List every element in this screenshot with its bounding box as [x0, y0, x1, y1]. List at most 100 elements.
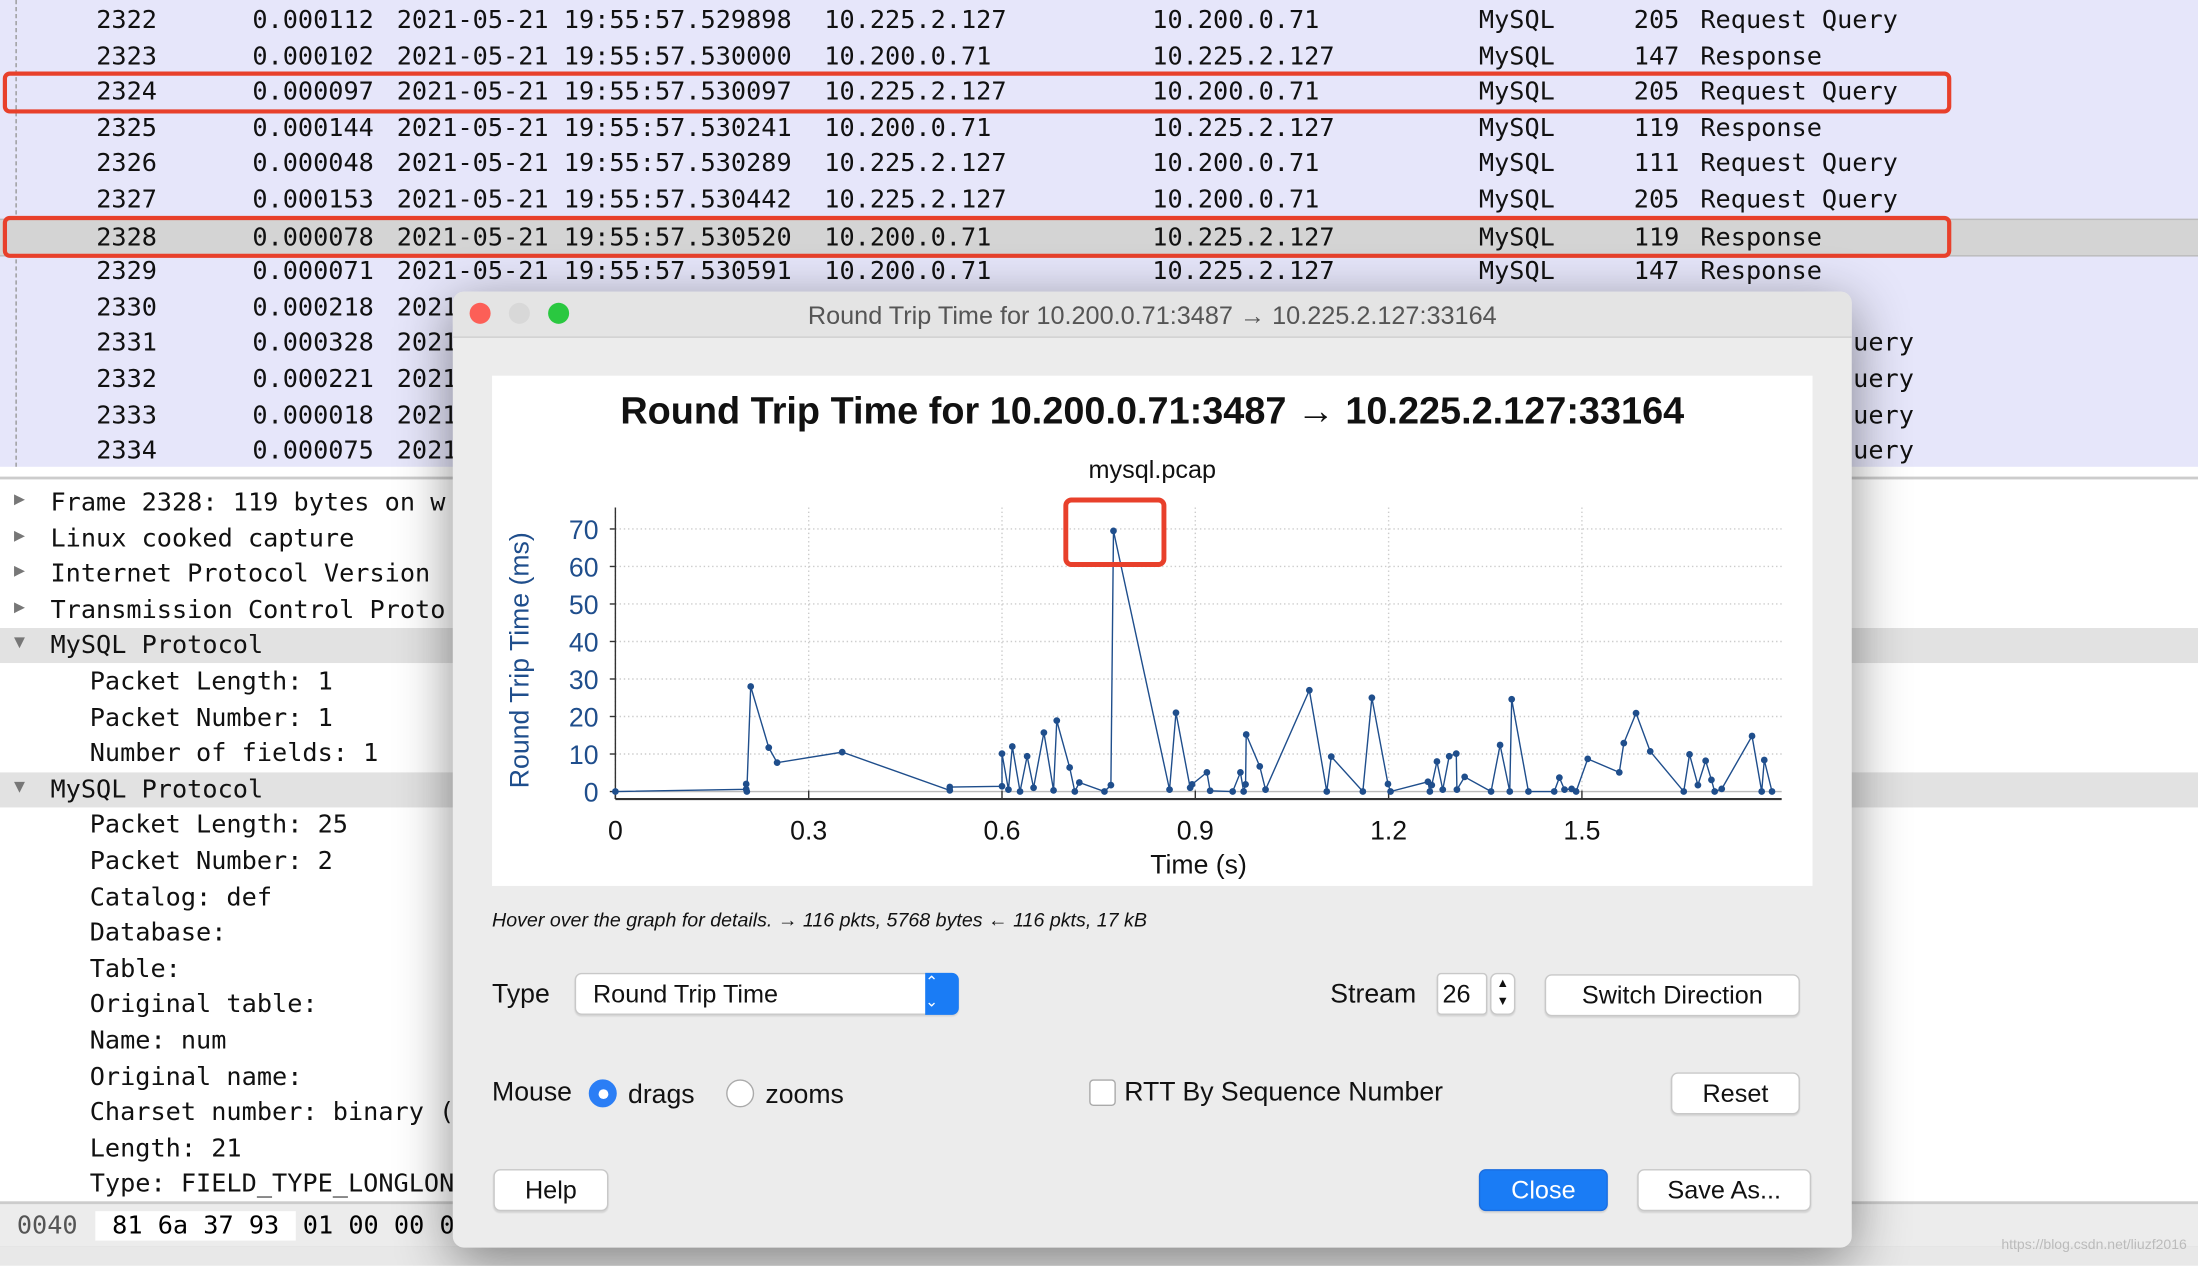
dialog-titlebar[interactable]: Round Trip Time for 10.200.0.71:3487 → 1…: [452, 291, 1852, 338]
rtt-data-point: [773, 759, 781, 767]
packet-no: 2327: [96, 185, 158, 215]
save-as-button[interactable]: Save As...: [1637, 1169, 1812, 1212]
rtt-data-point: [1262, 786, 1269, 794]
rtt-data-point: [747, 683, 755, 690]
hex-offset: 0040: [16, 1211, 78, 1241]
rtt-data-point: [1550, 788, 1558, 795]
packet-dst: 10.200.0.71: [1152, 185, 1320, 215]
zooms-radio[interactable]: [726, 1079, 755, 1108]
packet-time: 0.000071: [252, 256, 374, 287]
rtt-data-point: [1359, 788, 1367, 795]
rtt-data-point: [765, 744, 773, 751]
collapse-arrow-icon[interactable]: ▼: [14, 633, 25, 654]
tree-item-label: Charset number: binary (: [89, 1097, 455, 1128]
rtt-graph[interactable]: Round Trip Time for 10.200.0.71:3487 → 1…: [492, 375, 1813, 886]
close-button[interactable]: Close: [1478, 1169, 1608, 1212]
tree-item-label: Packet Length: 25: [89, 810, 348, 841]
rtt-data-point: [1525, 788, 1532, 795]
rtt-data-point: [1008, 743, 1016, 750]
rtt-data-point: [1561, 786, 1568, 794]
drags-radio[interactable]: [588, 1079, 617, 1108]
rtt-data-point: [1075, 779, 1083, 786]
expand-arrow-icon[interactable]: ▶: [14, 561, 25, 582]
rtt-data-point: [1632, 709, 1640, 717]
collapse-arrow-icon[interactable]: ▼: [14, 776, 25, 797]
packet-proto: MySQL: [1478, 149, 1555, 179]
reset-button[interactable]: Reset: [1670, 1072, 1800, 1115]
packet-date: 2021: [396, 400, 458, 430]
packet-no: 2332: [96, 364, 158, 394]
packet-dst: 10.200.0.71: [1152, 149, 1320, 179]
rtt-data-point: [1206, 787, 1214, 795]
rtt-data-point: [1506, 788, 1514, 795]
x-tick-label: 0.6: [983, 816, 1020, 846]
packet-row[interactable]: 2323 0.000102 2021-05-21 19:55:57.530000 10…: [0, 39, 2198, 74]
rtt-data-point: [1172, 709, 1180, 717]
rtt-data-point: [1428, 781, 1436, 789]
packet-row[interactable]: 2325 0.000144 2021-05-21 19:55:57.530241 10…: [0, 110, 2198, 145]
highlight-box: [2, 71, 1952, 114]
rtt-data-point: [1323, 788, 1331, 795]
tree-item-label: Packet Length: 1: [89, 667, 333, 697]
rtt-data-point: [1508, 695, 1516, 703]
expand-arrow-icon[interactable]: ▶: [14, 489, 25, 510]
packet-info: Response: [1700, 41, 1822, 71]
rtt-data-point: [1496, 741, 1504, 749]
x-tick-label: 0: [608, 816, 623, 846]
type-select[interactable]: Round Trip Time ⌃ ⌄: [574, 972, 959, 1015]
rtt-data-point: [998, 782, 1006, 790]
packet-src: 10.200.0.71: [824, 41, 992, 71]
stream-stepper[interactable]: ▲ ▼: [1490, 972, 1516, 1015]
packet-time: 0.000328: [252, 328, 374, 359]
expand-arrow-icon[interactable]: ▶: [14, 525, 25, 546]
packet-time: 0.000218: [252, 292, 374, 323]
packet-row[interactable]: 2329 0.000071 2021-05-21 19:55:57.530591 10…: [0, 254, 2198, 289]
tree-item-label: Packet Number: 2: [89, 846, 333, 877]
rtt-data-point: [998, 750, 1006, 758]
packet-src: 10.225.2.127: [824, 185, 1007, 215]
switch-direction-button[interactable]: Switch Direction: [1544, 974, 1800, 1017]
type-label: Type: [492, 979, 550, 1010]
rtt-data-point: [1452, 750, 1460, 758]
rtt-by-seq-checkbox[interactable]: [1089, 1079, 1116, 1107]
packet-row[interactable]: 2327 0.000153 2021-05-21 19:55:57.530442 10…: [0, 182, 2198, 217]
packet-src: 10.225.2.127: [824, 149, 1007, 179]
y-axis-label: Round Trip Time (ms): [504, 532, 534, 788]
packet-len: 147: [1633, 256, 1680, 287]
tree-item-label: Length: 21: [89, 1133, 242, 1164]
packet-src: 10.225.2.127: [824, 5, 1007, 36]
rtt-data-point: [1426, 788, 1434, 795]
rtt-data-point: [1768, 788, 1776, 795]
x-tick-label: 1.2: [1370, 816, 1407, 846]
tree-item-label: Linux cooked capture: [50, 523, 355, 554]
stream-input[interactable]: 26: [1436, 972, 1488, 1015]
packet-len: 205: [1633, 185, 1680, 215]
packet-proto: MySQL: [1478, 5, 1555, 36]
packet-date: 2021-05-21 19:55:57.530241: [396, 113, 792, 143]
packet-no: 2326: [96, 149, 158, 179]
type-select-value: Round Trip Time: [592, 979, 779, 1008]
x-tick-label: 0.9: [1177, 816, 1214, 846]
packet-date: 2021-05-21 19:55:57.530442: [396, 185, 792, 215]
rtt-data-point: [1453, 786, 1461, 794]
packet-proto: MySQL: [1478, 113, 1555, 143]
tree-item-label: MySQL Protocol: [50, 774, 264, 805]
packet-dst: 10.225.2.127: [1152, 41, 1335, 71]
packet-time: 0.000075: [252, 436, 374, 466]
hex-bytes-selected: 81 6a 37 93: [95, 1211, 297, 1241]
rtt-data-point: [1718, 785, 1726, 793]
packet-no: 2331: [96, 328, 158, 359]
packet-time: 0.000048: [252, 149, 374, 179]
packet-row[interactable]: 2326 0.000048 2021-05-21 19:55:57.530289 10…: [0, 146, 2198, 181]
rtt-data-point: [612, 788, 619, 795]
packet-info: Response: [1700, 256, 1822, 287]
packet-info: uery: [1853, 400, 1914, 430]
rtt-data-point: [1387, 788, 1394, 795]
help-button[interactable]: Help: [493, 1169, 609, 1212]
rtt-data-point: [1188, 781, 1196, 788]
expand-arrow-icon[interactable]: ▶: [14, 597, 25, 618]
rtt-data-point: [1050, 787, 1057, 794]
packet-row[interactable]: 2322 0.000112 2021-05-21 19:55:57.529898 10…: [0, 3, 2198, 38]
rtt-data-point: [1023, 752, 1031, 760]
rtt-dialog: Round Trip Time for 10.200.0.71:3487 → 1…: [452, 291, 1852, 1248]
